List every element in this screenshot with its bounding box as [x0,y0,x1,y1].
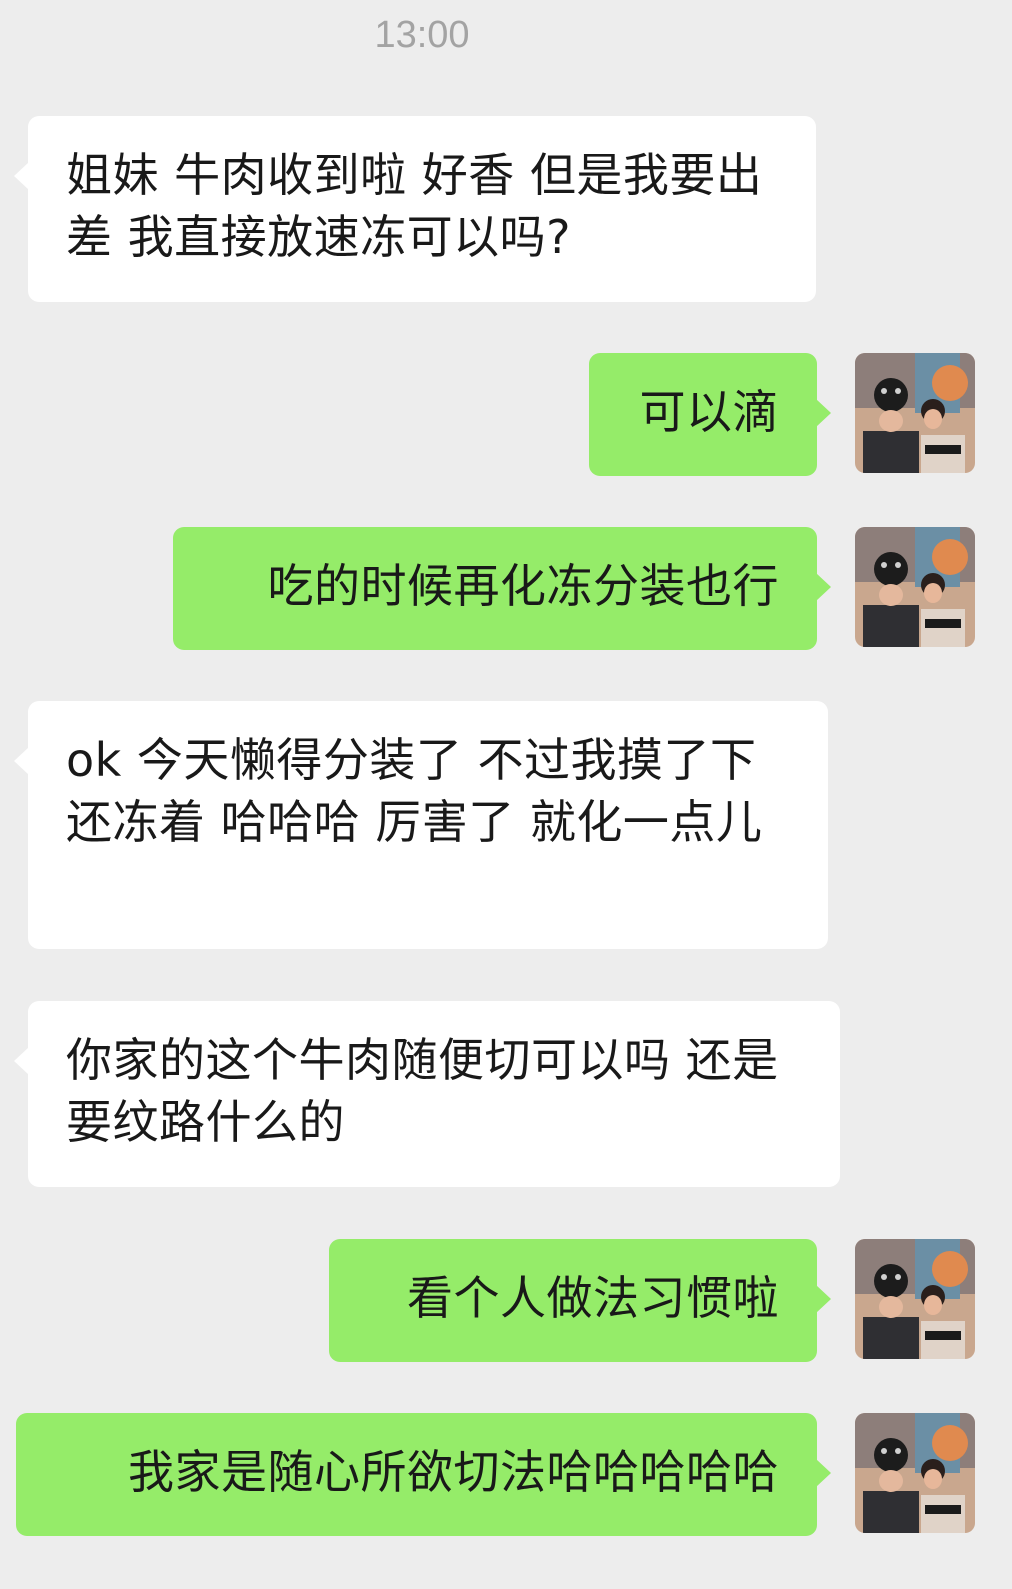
message-text: 可以滴 [639,385,779,439]
message-text: 你家的这个牛肉随便切可以吗 还是要纹路什么的 [66,1033,779,1149]
message-text: 看个人做法习惯啦 [407,1271,779,1325]
self-avatar-icon[interactable] [855,353,975,473]
self-avatar-icon[interactable] [855,527,975,647]
message-text: ok 今天懒得分装了 不过我摸了下 还冻着 哈哈哈 厉害了 就化一点儿 [66,733,763,849]
message-timestamp: 13:00 [374,14,470,56]
self-avatar-icon[interactable] [855,1413,975,1533]
message-bubble-received[interactable]: 你家的这个牛肉随便切可以吗 还是要纹路什么的 [14,1001,840,1187]
message-bubble-sent[interactable]: 我家是随心所欲切法哈哈哈哈哈 [16,1413,831,1536]
message-bubble-sent[interactable]: 可以滴 [589,353,831,476]
self-avatar-icon[interactable] [855,1239,975,1359]
message-bubble-received[interactable]: ok 今天懒得分装了 不过我摸了下 还冻着 哈哈哈 厉害了 就化一点儿 [14,701,828,949]
message-bubble-received[interactable]: 姐妹 牛肉收到啦 好香 但是我要出差 我直接放速冻可以吗? [14,116,816,302]
message-text: 姐妹 牛肉收到啦 好香 但是我要出差 我直接放速冻可以吗? [66,148,763,264]
message-bubble-sent[interactable]: 吃的时候再化冻分装也行 [173,527,831,650]
message-bubble-sent[interactable]: 看个人做法习惯啦 [329,1239,831,1362]
message-text: 我家是随心所欲切法哈哈哈哈哈 [128,1445,779,1499]
message-text: 吃的时候再化冻分装也行 [267,559,779,613]
